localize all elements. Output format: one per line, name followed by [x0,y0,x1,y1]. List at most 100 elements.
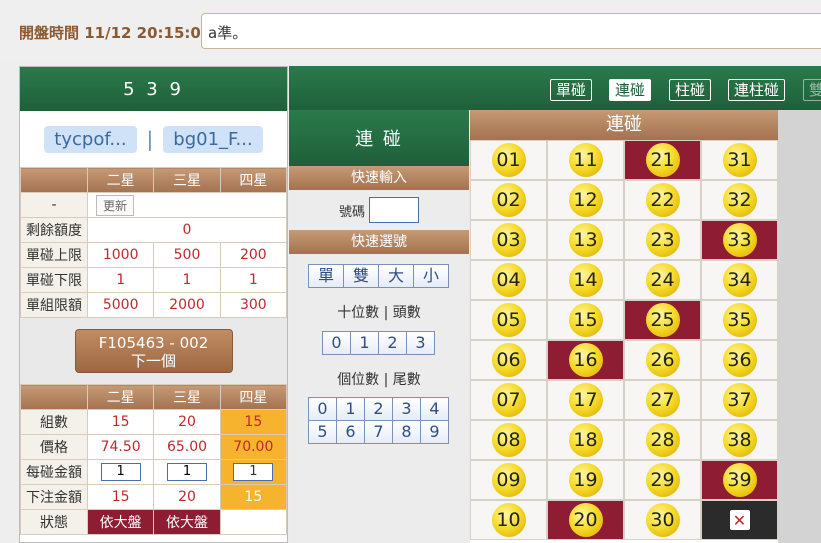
number-cell-33[interactable]: 33 [701,220,778,260]
units-2-button[interactable]: 2 [364,397,393,421]
even-button[interactable]: 雙 [343,264,379,288]
number-cell-22[interactable]: 22 [624,180,701,220]
next-button[interactable]: F105463 - 002 下一個 [74,329,233,373]
number-cell-21[interactable]: 21 [624,140,701,180]
row-label: 狀態 [20,509,88,535]
units-3-button[interactable]: 3 [392,397,421,421]
account-2[interactable]: bg01_F... [163,125,263,153]
units-4-button[interactable]: 4 [420,397,449,421]
number-cell-24[interactable]: 24 [624,260,701,300]
big-button[interactable]: 大 [378,264,414,288]
number-ball: 08 [491,423,526,457]
amount-input-2star[interactable]: 1 [100,463,141,481]
units-7-button[interactable]: 7 [364,420,393,444]
tens-3-button[interactable]: 3 [406,331,435,355]
number-cell-09[interactable]: 09 [470,460,547,500]
number-ball: 33 [722,223,757,257]
number-cell-13[interactable]: 13 [547,220,624,260]
dash-cell: - [20,192,88,218]
number-cell-07[interactable]: 07 [470,380,547,420]
number-cell-15[interactable]: 15 [547,300,624,340]
mode-single-button[interactable]: 單碰 [550,79,593,101]
number-ball: 09 [491,463,526,497]
tens-2-button[interactable]: 2 [378,331,407,355]
number-ball: 18 [568,423,603,457]
number-cell-17[interactable]: 17 [547,380,624,420]
units-8-button[interactable]: 8 [392,420,421,444]
number-cell-38[interactable]: 38 [701,420,778,460]
number-cell-06[interactable]: 06 [470,340,547,380]
mode-consecutive-button[interactable]: 連碰 [609,79,652,101]
header-4star: 四星 [219,384,288,410]
header-3star: 三星 [153,384,221,410]
number-cell-35[interactable]: 35 [701,300,778,340]
row-label: 單碰下限 [20,267,88,293]
number-cell-18[interactable]: 18 [547,420,624,460]
units-5-button[interactable]: 5 [308,420,337,444]
units-buttons-row1: 0 1 2 3 4 [289,397,469,421]
number-cell-14[interactable]: 14 [547,260,624,300]
number-cell-31[interactable]: 31 [701,140,778,180]
number-cell-11[interactable]: 11 [547,140,624,180]
mode-consecutive-pillar-button[interactable]: 連柱碰 [728,79,786,101]
update-button[interactable]: 更新 [96,194,135,216]
clear-selection-button[interactable]: ✕ [701,500,778,540]
number-ball: 01 [491,143,526,177]
row-label: 單碰上限 [20,242,88,268]
table-row: 單碰上限 1000 500 200 [20,242,288,268]
table-cell: 74.50 [86,434,155,460]
number-cell-08[interactable]: 08 [470,420,547,460]
account-bar: tycpof... | bg01_F... [20,111,287,167]
number-ball: 03 [491,223,526,257]
table-cell: 15 [219,409,288,435]
number-cell-05[interactable]: 05 [470,300,547,340]
tens-1-button[interactable]: 1 [350,331,379,355]
number-cell-04[interactable]: 04 [470,260,547,300]
number-cell-28[interactable]: 28 [624,420,701,460]
number-cell-27[interactable]: 27 [624,380,701,420]
number-cell-34[interactable]: 34 [701,260,778,300]
account-1[interactable]: tycpof... [44,125,137,153]
number-cell-26[interactable]: 26 [624,340,701,380]
number-cell-23[interactable]: 23 [624,220,701,260]
number-ball: 29 [645,463,680,497]
mode-double-button[interactable]: 雙 [803,79,821,101]
table-cell: 65.00 [153,434,221,460]
table-cell: 15 [219,484,288,510]
odd-button[interactable]: 單 [308,264,344,288]
limits-table: 二星 三星 四星 - 更新 剩餘額度 0 單碰上限 1000 500 200 單… [20,167,288,318]
number-grid: 01 11 21 31 02 12 22 32 03 13 23 33 04 14 24 34 05 15 25 35… [470,140,778,540]
tens-buttons: 0 1 2 3 [289,331,469,355]
units-0-button[interactable]: 0 [308,397,337,421]
units-9-button[interactable]: 9 [420,420,449,444]
number-cell-30[interactable]: 30 [624,500,701,540]
number-cell-29[interactable]: 29 [624,460,701,500]
number-cell-25[interactable]: 25 [624,300,701,340]
number-cell-20[interactable]: 20 [547,500,624,540]
amount-input-4star[interactable]: 1 [233,463,274,481]
number-cell-02[interactable]: 02 [470,180,547,220]
number-cell-10[interactable]: 10 [470,500,547,540]
number-cell-37[interactable]: 37 [701,380,778,420]
table-row: 每碰金額 1 1 1 [20,459,288,485]
number-cell-36[interactable]: 36 [701,340,778,380]
units-1-button[interactable]: 1 [336,397,365,421]
units-6-button[interactable]: 6 [336,420,365,444]
number-cell-19[interactable]: 19 [547,460,624,500]
small-button[interactable]: 小 [413,264,449,288]
tens-0-button[interactable]: 0 [322,331,351,355]
amount-cell: 1 [86,459,155,485]
number-cell-32[interactable]: 32 [701,180,778,220]
mode-pillar-button[interactable]: 柱碰 [669,79,712,101]
amount-input-3star[interactable]: 1 [166,463,207,481]
number-cell-39[interactable]: 39 [701,460,778,500]
number-ball: 05 [491,303,526,337]
number-input[interactable] [369,197,419,223]
top-bar: 開盤時間 11/12 20:15:00 a準。 [0,0,821,62]
number-cell-01[interactable]: 01 [470,140,547,180]
number-cell-16[interactable]: 16 [547,340,624,380]
number-cell-12[interactable]: 12 [547,180,624,220]
number-cell-03[interactable]: 03 [470,220,547,260]
table-row: 狀態 依大盤 依大盤 [20,509,288,535]
number-ball: 34 [722,263,757,297]
